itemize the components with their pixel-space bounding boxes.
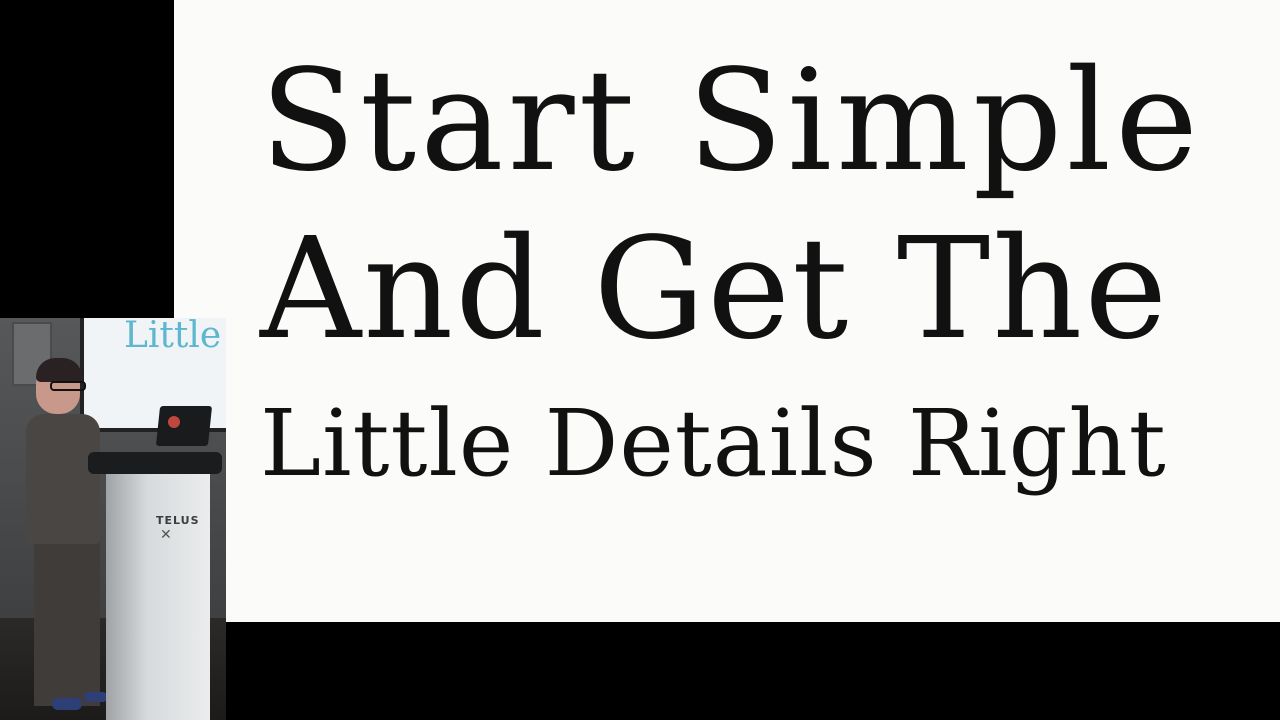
speaker-camera-inset: Little ✕ TELUS: [0, 318, 226, 720]
podium-logo-text: TELUS: [156, 514, 200, 527]
speaker-shoe: [84, 692, 108, 702]
speaker-glasses: [50, 381, 86, 391]
slide-title-line-2: And Get The: [260, 208, 1170, 371]
speaker-shoe: [52, 698, 82, 710]
laptop: [155, 406, 213, 446]
presentation-slide: Start Simple And Get The Little Details …: [174, 0, 1280, 622]
podium-top: [88, 452, 222, 474]
speaker-legs: [34, 538, 100, 706]
slide-title-line-3: Little Details Right: [260, 390, 1167, 497]
laptop-sticker: [168, 416, 180, 428]
podium: [106, 468, 210, 720]
projection-screen-text: Little: [124, 318, 222, 356]
speaker-body: [26, 414, 100, 544]
telus-logo-icon: ✕: [160, 527, 172, 543]
slide-title-line-1: Start Simple: [260, 40, 1203, 203]
video-frame: Start Simple And Get The Little Details …: [0, 0, 1280, 720]
speaker-hair: [36, 358, 82, 382]
